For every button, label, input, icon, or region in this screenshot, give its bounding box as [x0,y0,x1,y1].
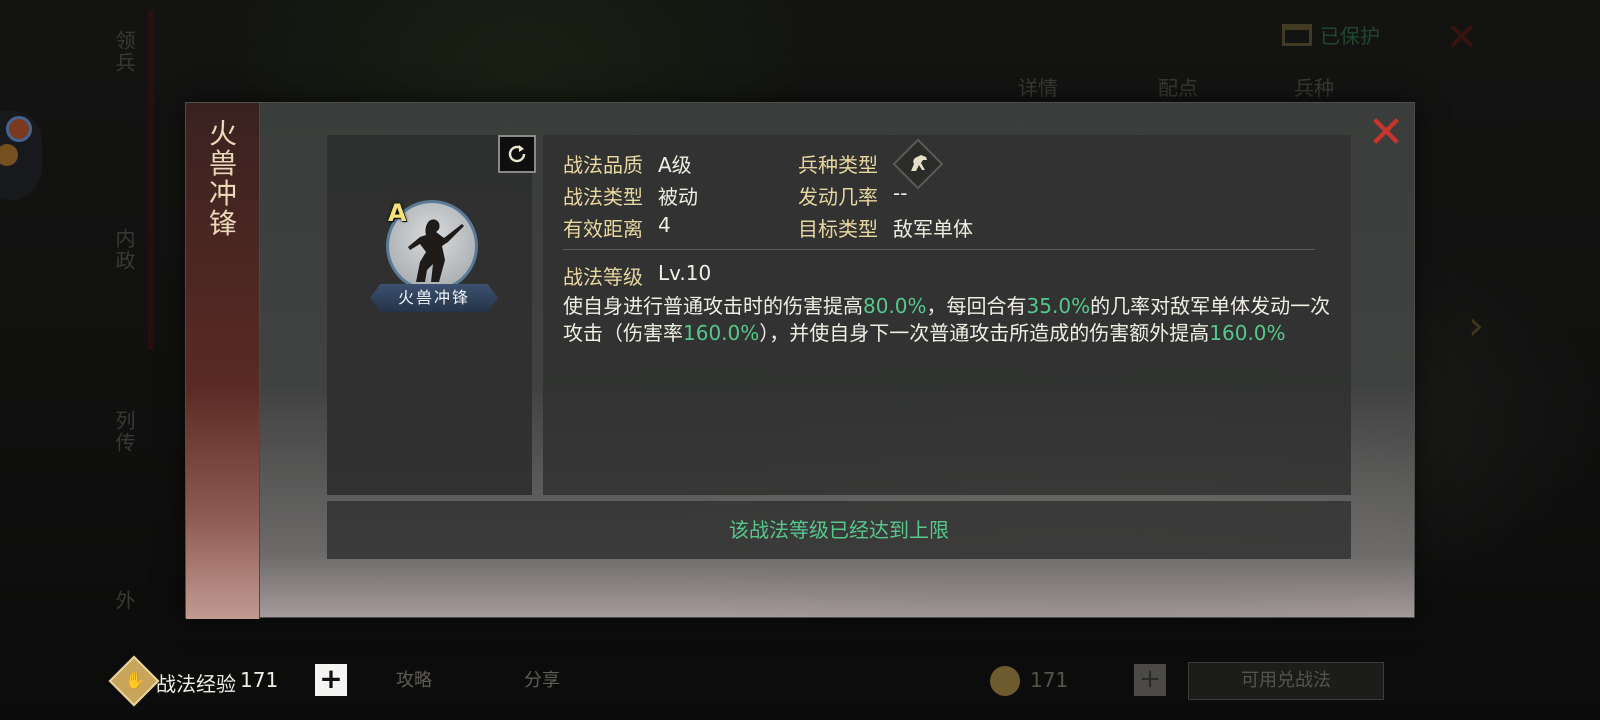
trigger-chance-value: -- [893,181,908,205]
bg-coin-value: 171 [1030,668,1069,692]
grade-badge: A [388,199,407,227]
desc-text-2: ，每回合有 [926,294,1027,318]
level-value: Lv.10 [658,261,712,285]
max-level-bar: 该战法等级已经达到上限 [327,501,1351,559]
desc-value-4: 160.0% [1209,321,1286,345]
skill-description: 使自身进行普通攻击时的伤害提高80.0%，每回合有35.0%的几率对敌军单体发动… [563,293,1333,347]
desc-text-4: ），并使自身下一次普通攻击所造成的伤害额外提高 [759,321,1210,345]
bg-share-button[interactable]: 分享 [524,666,560,692]
level-label: 战法等级 [563,265,643,289]
type-label: 战法类型 [563,185,643,209]
target-type-value: 敌军单体 [893,217,973,241]
bg-coin-icon [990,666,1020,696]
desc-value-1: 80.0% [863,294,927,318]
close-x-icon[interactable]: ✕ [1366,111,1406,155]
modal-title-sidebar: 火兽冲锋 [186,103,260,619]
refresh-button[interactable] [498,135,536,173]
desc-value-3: 160.0% [683,321,760,345]
range-value: 4 [658,213,671,237]
skill-detail-modal: 火兽冲锋 ✕ A 火兽冲锋 战法品质 A级 战法类型 被动 有效距离 4 兵种类… [185,102,1415,619]
desc-value-2: 35.0% [1026,294,1091,318]
refresh-icon [508,145,526,163]
skill-exp-label: 战法经验 [156,672,236,696]
range-label: 有效距离 [563,217,643,241]
quality-value: A级 [658,153,692,177]
skill-portrait-panel [327,135,532,495]
quality-label: 战法品质 [563,153,643,177]
bg-exchange-button[interactable]: 可用兑战法 [1188,662,1384,700]
desc-text-1: 使自身进行普通攻击时的伤害提高 [563,294,863,318]
add-exp-button[interactable]: + [315,664,347,696]
bg-strategy-button[interactable]: 攻略 [396,666,432,692]
type-value: 被动 [658,185,698,209]
bg-coin-add-button[interactable]: + [1134,664,1166,696]
target-type-label: 目标类型 [798,217,878,241]
section-divider [563,249,1315,250]
trigger-chance-label: 发动几率 [798,185,878,209]
skill-exp-value: 171 [240,668,279,692]
unit-type-label: 兵种类型 [798,153,878,177]
max-level-message: 该战法等级已经达到上限 [729,518,949,542]
skill-title: 火兽冲锋 [208,117,237,240]
portrait-name-plate: 火兽冲锋 [370,284,498,312]
